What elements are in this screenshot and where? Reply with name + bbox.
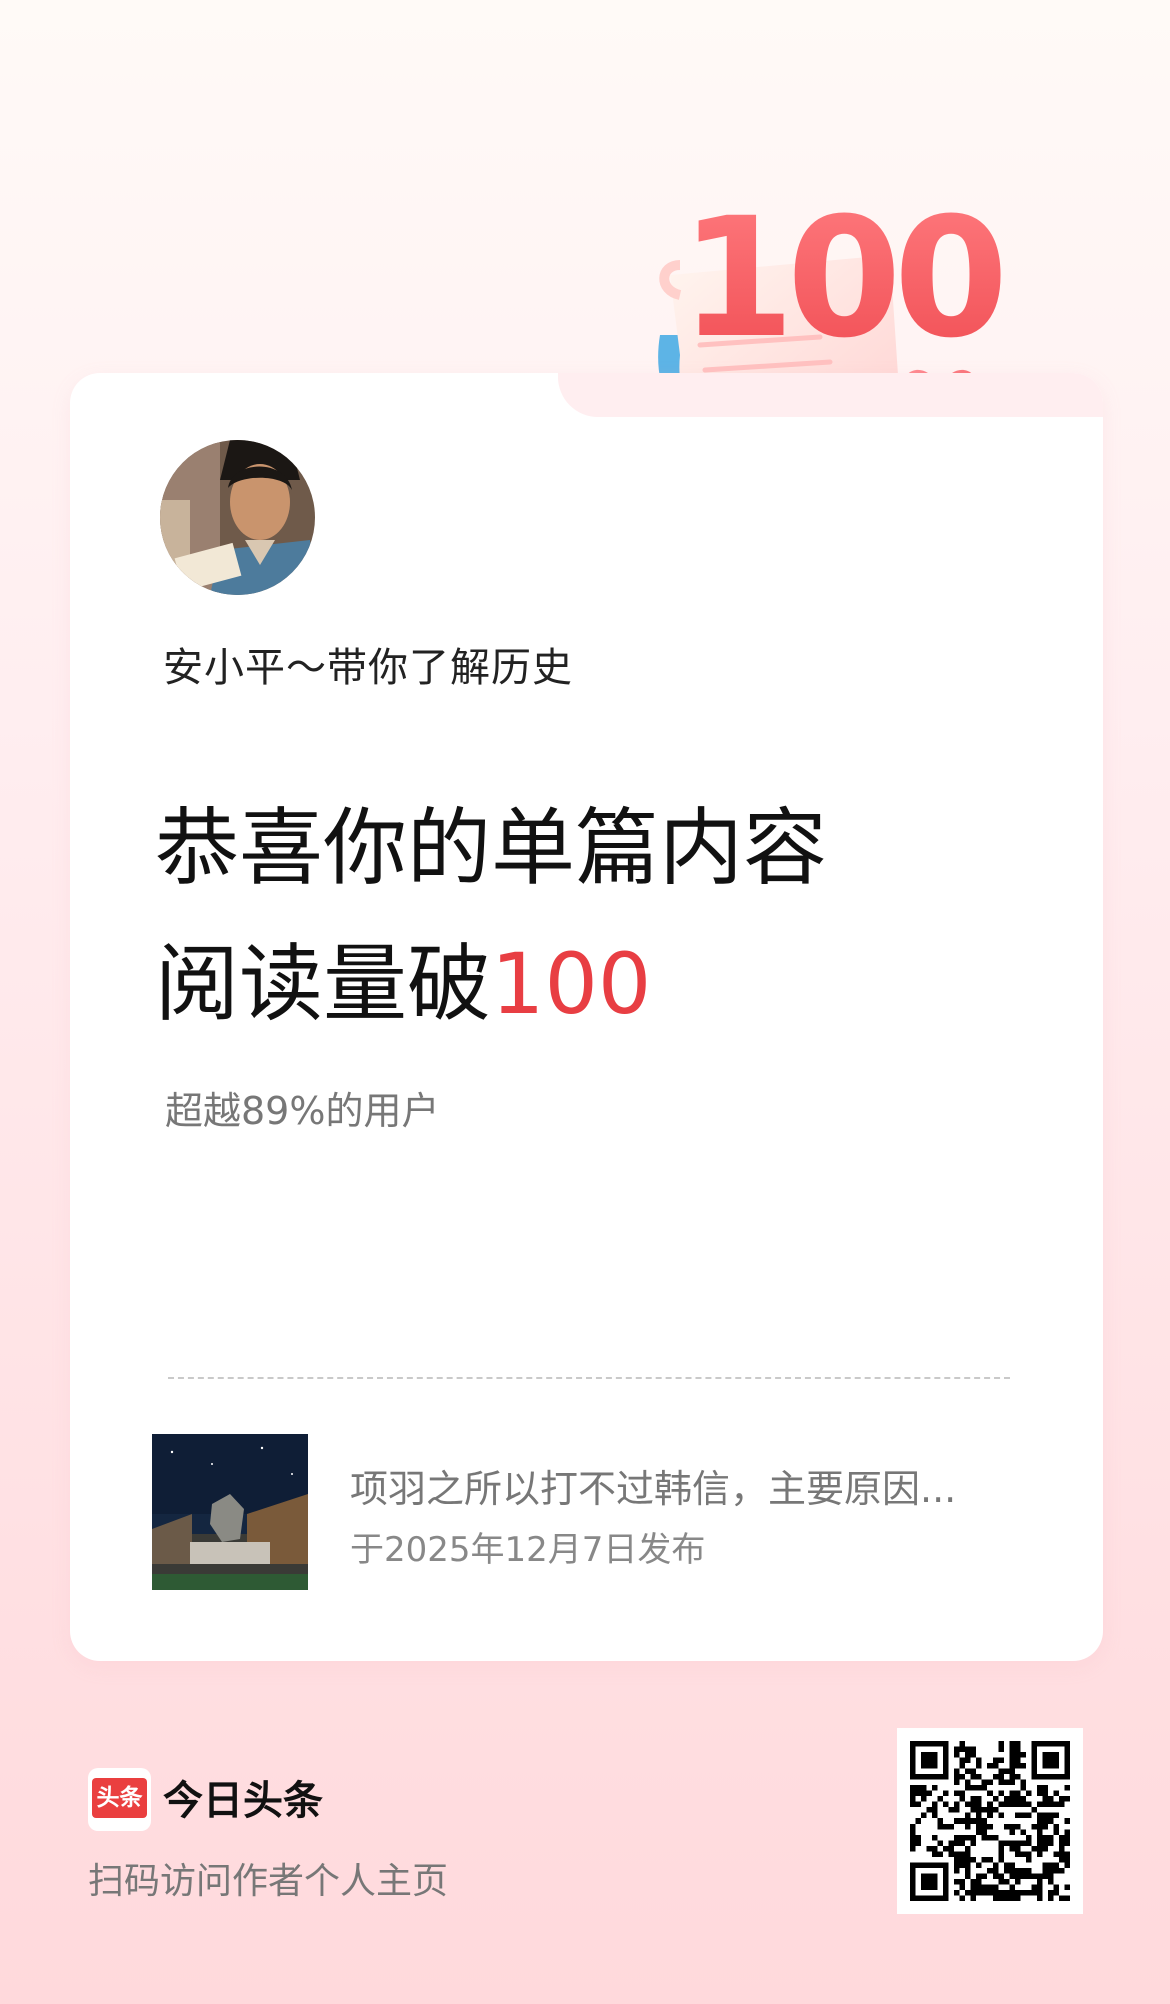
scan-hint: 扫码访问作者个人主页 [88,1861,449,1902]
beat-percentage: 超越89%的用户 [165,1089,440,1133]
author-name[interactable]: 安小平～带你了解历史 [163,635,573,693]
qr-code[interactable] [897,1728,1083,1914]
headline-line1: 恭喜你的单篇内容 [155,799,828,897]
avatar[interactable] [160,440,315,595]
app-name: 今日头条 [163,1778,323,1824]
article-date: 于2025年12月7日发布 [350,1530,706,1570]
headline: 恭喜你的单篇内容 阅读量破100 [155,780,827,1052]
article-thumbnail[interactable] [152,1434,308,1590]
headline-line2: 阅读量破100 [155,916,827,1052]
badge-number: 100 [680,182,1001,374]
logo-mark: 头条 [92,1778,147,1818]
divider [168,1377,1010,1379]
headline-line2-prefix: 阅读量破 [155,935,492,1033]
read-count: 100 [491,935,652,1033]
card-notch [558,373,1103,417]
toutiao-logo: 头条 [88,1768,151,1831]
article-title[interactable]: 项羽之所以打不过韩信，主要原因... [350,1458,1020,1513]
